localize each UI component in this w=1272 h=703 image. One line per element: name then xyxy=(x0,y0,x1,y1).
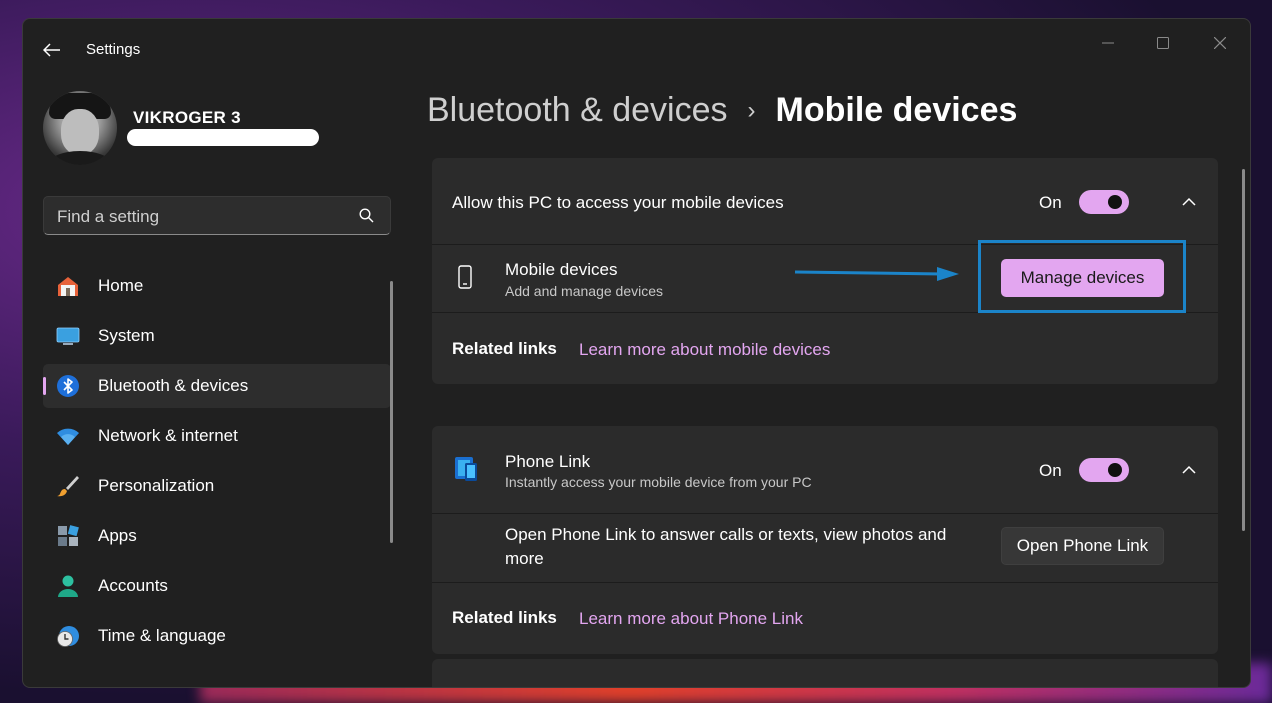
next-settings-card xyxy=(432,659,1218,687)
learn-more-mobile-link[interactable]: Learn more about mobile devices xyxy=(579,340,830,360)
close-icon xyxy=(1214,37,1226,49)
avatar[interactable] xyxy=(43,91,117,165)
open-phone-link-button[interactable]: Open Phone Link xyxy=(1001,527,1164,565)
sidebar-item-system[interactable]: System xyxy=(43,314,391,358)
sidebar-item-label: Home xyxy=(98,276,144,295)
search-box[interactable]: Find a setting xyxy=(43,196,391,235)
phone-link-toggle[interactable] xyxy=(1079,458,1129,482)
related-links-label: Related links xyxy=(452,608,557,627)
settings-window: Settings VIKROGER 3 Find a setting Home … xyxy=(22,18,1251,688)
maximize-button[interactable] xyxy=(1140,27,1186,59)
sidebar-item-network[interactable]: Network & internet xyxy=(43,414,391,458)
toggle-state-label: On xyxy=(1039,461,1062,480)
allow-access-toggle[interactable] xyxy=(1079,190,1129,214)
sidebar-item-home[interactable]: Home xyxy=(43,264,391,308)
close-button[interactable] xyxy=(1197,27,1243,59)
annotation-highlight-box xyxy=(978,240,1186,313)
user-name: VIKROGER 3 xyxy=(133,108,241,127)
sidebar-item-label: Accounts xyxy=(98,576,168,595)
search-input[interactable]: Find a setting xyxy=(57,207,159,227)
system-icon xyxy=(56,327,80,345)
related-links-label: Related links xyxy=(452,339,557,358)
chevron-up-icon[interactable] xyxy=(1179,192,1199,212)
home-icon xyxy=(58,277,78,296)
sidebar-item-accounts[interactable]: Accounts xyxy=(43,564,391,608)
breadcrumb: Bluetooth & devices › Mobile devices xyxy=(427,91,1017,130)
learn-more-phone-link[interactable]: Learn more about Phone Link xyxy=(579,609,803,629)
phone-icon xyxy=(458,265,472,289)
annotation-arrow-icon xyxy=(794,267,959,281)
active-indicator xyxy=(43,377,46,395)
wifi-icon xyxy=(57,428,79,445)
sidebar-scrollbar[interactable] xyxy=(390,281,393,543)
window-title: Settings xyxy=(86,41,141,58)
sidebar-item-personalization[interactable]: Personalization xyxy=(43,464,391,508)
sidebar-item-bluetooth-devices[interactable]: Bluetooth & devices xyxy=(43,364,391,408)
back-button[interactable] xyxy=(37,37,67,63)
phone-link-title: Phone Link xyxy=(505,452,591,471)
bluetooth-icon xyxy=(57,375,79,397)
mobile-devices-subtitle: Add and manage devices xyxy=(505,283,663,299)
open-phone-link-description-line1: Open Phone Link to answer calls or texts… xyxy=(505,525,947,544)
related-links-row: Related links Learn more about mobile de… xyxy=(432,313,1218,384)
toggle-state-label: On xyxy=(1039,193,1062,212)
phone-link-subtitle: Instantly access your mobile device from… xyxy=(505,474,812,490)
breadcrumb-separator: › xyxy=(747,96,756,124)
minimize-icon xyxy=(1102,42,1114,44)
brush-icon xyxy=(57,476,79,497)
title-bar: Settings xyxy=(23,19,1250,79)
open-phone-link-row: Open Phone Link to answer calls or texts… xyxy=(432,514,1218,582)
breadcrumb-parent[interactable]: Bluetooth & devices xyxy=(427,91,728,130)
sidebar-item-label: System xyxy=(98,326,155,345)
search-icon[interactable] xyxy=(359,208,374,223)
accounts-icon xyxy=(58,575,78,597)
maximize-icon xyxy=(1157,37,1169,49)
sidebar-item-label: Apps xyxy=(98,526,137,545)
clock-globe-icon xyxy=(57,626,79,647)
phone-link-card: Phone Link Instantly access your mobile … xyxy=(432,426,1218,654)
mobile-devices-title: Mobile devices xyxy=(505,260,618,279)
open-phone-link-description-line2: more xyxy=(505,549,544,568)
phone-link-icon xyxy=(455,457,477,481)
allow-access-label: Allow this PC to access your mobile devi… xyxy=(452,193,784,212)
sidebar-item-label: Time & language xyxy=(98,626,226,645)
related-links-row: Related links Learn more about Phone Lin… xyxy=(432,583,1218,654)
back-arrow-icon xyxy=(43,43,60,57)
phone-link-row[interactable]: Phone Link Instantly access your mobile … xyxy=(432,426,1218,513)
redacted-email xyxy=(127,129,319,146)
sidebar-item-label: Network & internet xyxy=(98,426,238,445)
sidebar-item-time-language[interactable]: Time & language xyxy=(43,614,391,658)
sidebar-nav: Home System Bluetooth & devices Network xyxy=(43,264,391,664)
sidebar-item-apps[interactable]: Apps xyxy=(43,514,391,558)
chevron-up-icon[interactable] xyxy=(1179,460,1199,480)
apps-icon xyxy=(58,525,79,546)
minimize-button[interactable] xyxy=(1085,27,1131,59)
main-scrollbar[interactable] xyxy=(1242,169,1245,531)
sidebar-item-label: Bluetooth & devices xyxy=(98,376,249,395)
sidebar-item-label: Personalization xyxy=(98,476,215,495)
allow-access-row[interactable]: Allow this PC to access your mobile devi… xyxy=(432,158,1218,244)
page-title: Mobile devices xyxy=(775,91,1018,129)
